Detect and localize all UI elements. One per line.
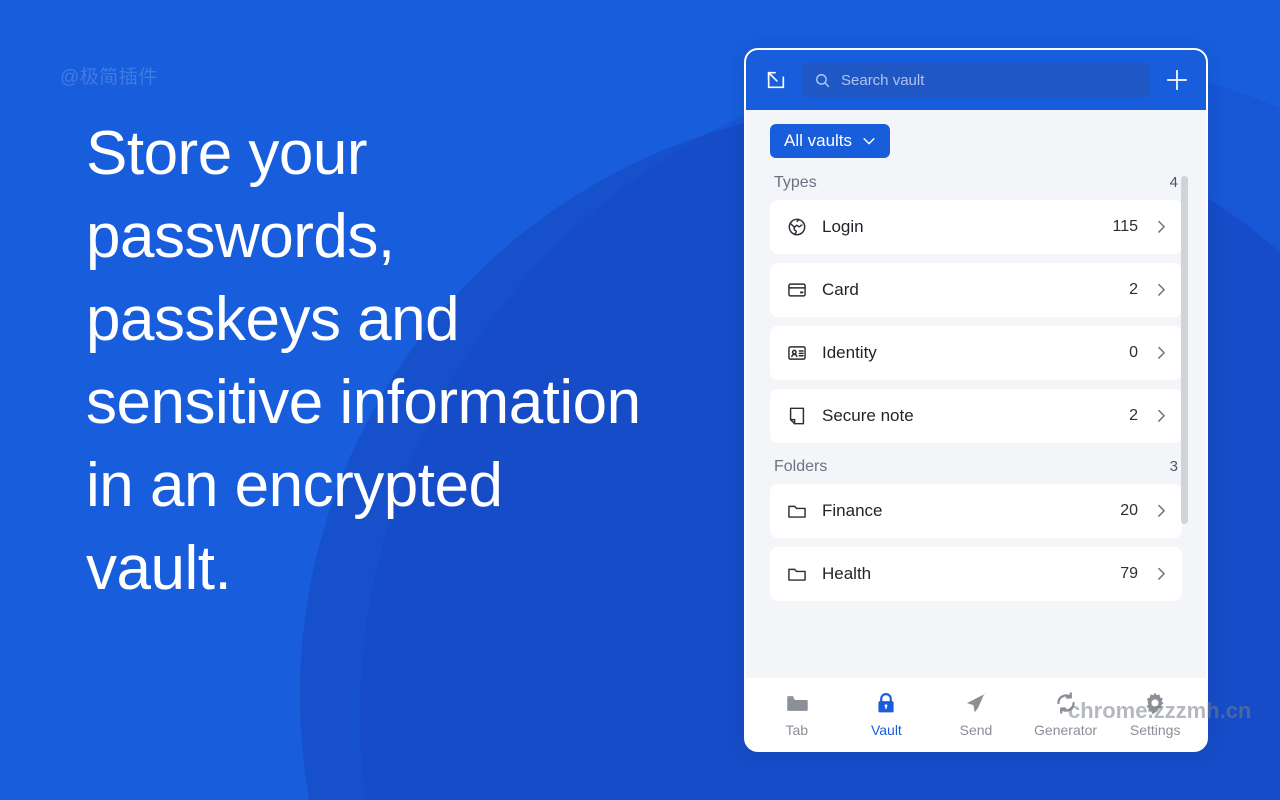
nav-item-vault[interactable]: Vault — [842, 690, 932, 738]
section-header-folders: Folders 3 — [770, 452, 1182, 484]
send-plane-icon — [963, 690, 989, 716]
lock-filled-icon — [873, 690, 899, 716]
search-placeholder: Search vault — [841, 71, 925, 89]
all-vaults-label: All vaults — [784, 131, 853, 150]
plus-icon[interactable] — [1162, 65, 1192, 95]
list-item-count: 2 — [1129, 407, 1138, 424]
bottom-navigation: Tab Vault Send Generator Settings — [746, 678, 1206, 750]
list-item-label: Finance — [822, 501, 883, 520]
id-card-icon — [784, 340, 810, 366]
list-item-label: Identity — [822, 343, 877, 362]
nav-item-label: Tab — [785, 722, 809, 738]
nav-item-label: Settings — [1129, 722, 1181, 738]
scrollbar-track[interactable] — [1181, 172, 1197, 670]
list-item-count: 79 — [1120, 565, 1138, 582]
section-title: Types — [774, 174, 817, 191]
note-icon — [784, 403, 810, 429]
list-item-label: Health — [822, 564, 872, 583]
list-item-label: Card — [822, 280, 859, 299]
nav-item-settings[interactable]: Settings — [1110, 690, 1200, 738]
hero-watermark: @极简插件 — [60, 67, 158, 88]
popup-header: Search vault — [746, 50, 1206, 110]
all-vaults-dropdown[interactable]: All vaults — [770, 124, 891, 158]
list-item-count: 20 — [1120, 502, 1138, 519]
extension-popup: Search vault All vaults Types 4 Login 11… — [744, 48, 1208, 752]
chevron-right-icon — [1154, 564, 1168, 584]
folder-filled-icon — [784, 690, 810, 716]
section-count: 3 — [1169, 458, 1178, 475]
list-item-label: Secure note — [822, 406, 914, 425]
chevron-down-icon — [860, 132, 878, 150]
nav-item-label: Generator — [1034, 722, 1098, 738]
nav-item-send[interactable]: Send — [931, 690, 1021, 738]
search-icon — [814, 72, 831, 89]
list-item[interactable]: Identity 0 — [770, 326, 1182, 380]
folder-icon — [784, 561, 810, 587]
chevron-right-icon — [1154, 343, 1168, 363]
page-root: @极简插件 Store your passwords, passkeys and… — [0, 0, 1280, 800]
list-item[interactable]: Card 2 — [770, 263, 1182, 317]
credit-card-icon — [784, 277, 810, 303]
chevron-right-icon — [1154, 406, 1168, 426]
chevron-right-icon — [1154, 501, 1168, 521]
list-item-count: 115 — [1112, 218, 1138, 235]
gear-icon — [1142, 690, 1168, 716]
chevron-right-icon — [1154, 280, 1168, 300]
popout-expand-icon[interactable] — [762, 66, 790, 94]
chevron-right-icon — [1154, 217, 1168, 237]
section-title: Folders — [774, 458, 828, 475]
list-item-count: 0 — [1129, 344, 1138, 361]
section-header-types: Types 4 — [770, 168, 1182, 200]
list-item[interactable]: Finance 20 — [770, 484, 1182, 538]
list-item-label: Login — [822, 217, 864, 236]
list-item[interactable]: Secure note 2 — [770, 389, 1182, 443]
scrollbar-thumb[interactable] — [1181, 176, 1188, 524]
nav-item-generator[interactable]: Generator — [1021, 690, 1111, 738]
folder-icon — [784, 498, 810, 524]
nav-item-tab[interactable]: Tab — [752, 690, 842, 738]
search-input[interactable]: Search vault — [802, 63, 1150, 97]
refresh-icon — [1053, 690, 1079, 716]
globe-icon — [784, 214, 810, 240]
list-item[interactable]: Health 79 — [770, 547, 1182, 601]
vault-list: Types 4 Login 115 Card 2 Identity 0 Secure note 2… — [746, 168, 1206, 678]
vault-filter-row: All vaults — [746, 110, 1206, 168]
list-item[interactable]: Login 115 — [770, 200, 1182, 254]
hero-headline: Store your passwords, passkeys and sensi… — [86, 119, 641, 603]
nav-item-label: Send — [959, 722, 993, 738]
list-item-count: 2 — [1129, 281, 1138, 298]
section-count: 4 — [1169, 174, 1178, 191]
nav-item-label: Vault — [870, 722, 902, 738]
